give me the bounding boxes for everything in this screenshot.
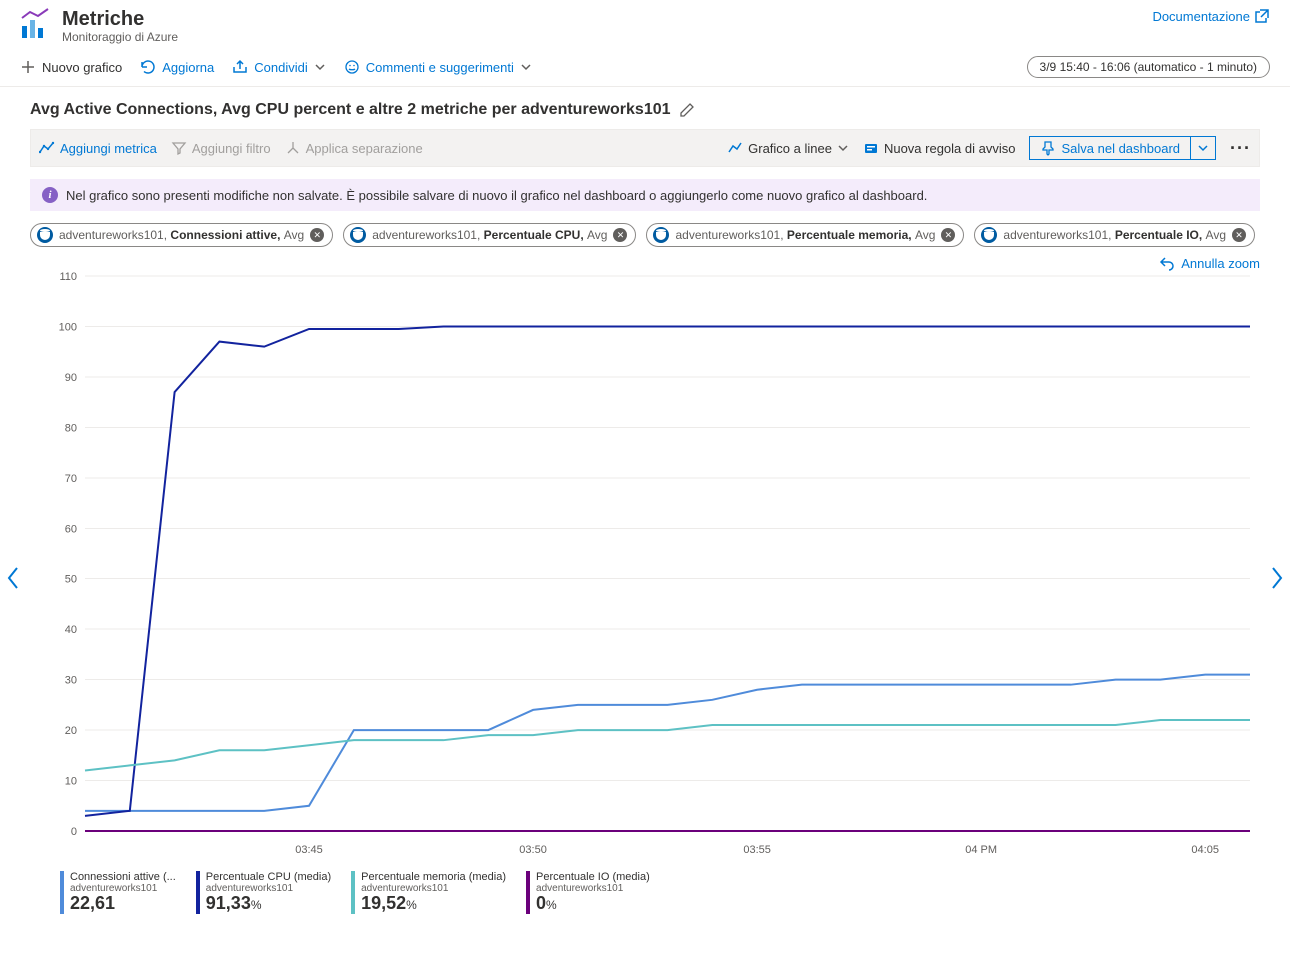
legend-item[interactable]: Percentuale CPU (media)adventureworks101… [196,871,351,914]
unsaved-changes-notice: i Nel grafico sono presenti modifiche no… [30,179,1260,211]
smiley-icon [344,59,360,75]
metric-pill[interactable]: adventureworks101, Percentuale CPU, Avg✕ [343,223,636,247]
feedback-button[interactable]: Commenti e suggerimenti [344,59,532,75]
svg-text:100: 100 [59,321,77,333]
svg-text:03:55: 03:55 [743,844,771,856]
svg-text:80: 80 [65,422,77,434]
metric-pill[interactable]: adventureworks101, Percentuale IO, Avg✕ [974,223,1255,247]
new-chart-button[interactable]: Nuovo grafico [20,59,122,75]
apply-split-button: Applica separazione [285,140,423,156]
svg-text:20: 20 [65,725,77,737]
alert-icon [863,140,879,156]
svg-text:60: 60 [65,523,77,535]
page-subtitle: Monitoraggio di Azure [62,30,178,44]
line-chart-icon [727,140,743,156]
chevron-down-icon [314,61,326,73]
add-filter-button: Aggiungi filtro [171,140,271,156]
svg-text:03:50: 03:50 [519,844,547,856]
svg-text:70: 70 [65,473,77,485]
remove-metric-icon[interactable]: ✕ [1232,228,1246,242]
external-link-icon [1254,8,1270,24]
chevron-down-icon [1197,142,1209,154]
remove-metric-icon[interactable]: ✕ [310,228,324,242]
pin-icon [1040,140,1056,156]
remove-metric-icon[interactable]: ✕ [613,228,627,242]
new-alert-button[interactable]: Nuova regola di avviso [863,140,1016,156]
svg-text:90: 90 [65,372,77,384]
svg-text:03:45: 03:45 [295,844,323,856]
undo-icon [1159,255,1175,271]
chart-title: Avg Active Connections, Avg CPU percent … [30,101,671,119]
svg-text:10: 10 [65,776,77,788]
edit-icon[interactable] [679,102,695,118]
svg-text:04:05: 04:05 [1191,844,1219,856]
plus-icon [20,59,36,75]
next-chart-button[interactable] [1270,566,1284,590]
share-button[interactable]: Condividi [232,59,325,75]
svg-text:50: 50 [65,574,77,586]
svg-text:0: 0 [71,826,77,838]
more-button[interactable]: ··· [1230,138,1251,159]
svg-text:110: 110 [59,271,77,283]
info-icon: i [42,187,58,203]
chart-type-dropdown[interactable]: Grafico a linee [727,140,849,156]
chevron-down-icon [520,61,532,73]
metrics-chart[interactable]: 0 10 20 30 40 50 60 70 80 90 100 110 03:45 03:50 03:55… [30,271,1260,861]
metric-pill[interactable]: adventureworks101, Percentuale memoria, … [646,223,964,247]
documentation-link[interactable]: Documentazione [1152,8,1270,24]
add-metric-icon [39,140,55,156]
time-range-picker[interactable]: 3/9 15:40 - 16:06 (automatico - 1 minuto… [1027,56,1270,78]
database-icon [981,227,997,243]
split-icon [285,140,301,156]
svg-text:40: 40 [65,624,77,636]
metric-pill[interactable]: adventureworks101, Connessioni attive, A… [30,223,333,247]
legend-item[interactable]: Percentuale IO (media)adventureworks1010… [526,871,670,914]
legend-item[interactable]: Percentuale memoria (media)adventurework… [351,871,526,914]
add-metric-button[interactable]: Aggiungi metrica [39,140,157,156]
remove-metric-icon[interactable]: ✕ [941,228,955,242]
legend-item[interactable]: Connessioni attive (...adventureworks101… [60,871,196,914]
undo-zoom-button[interactable]: Annulla zoom [1159,255,1260,271]
database-icon [37,227,53,243]
page-title: Metriche [62,8,178,30]
refresh-icon [140,59,156,75]
save-dashboard-button[interactable]: Salva nel dashboard [1029,136,1216,160]
refresh-button[interactable]: Aggiorna [140,59,214,75]
svg-text:30: 30 [65,675,77,687]
database-icon [350,227,366,243]
prev-chart-button[interactable] [6,566,20,590]
filter-icon [171,140,187,156]
chevron-down-icon [837,142,849,154]
save-dropdown[interactable] [1190,137,1215,159]
share-icon [232,59,248,75]
database-icon [653,227,669,243]
svg-text:04 PM: 04 PM [965,844,997,856]
metrics-icon [20,8,52,40]
